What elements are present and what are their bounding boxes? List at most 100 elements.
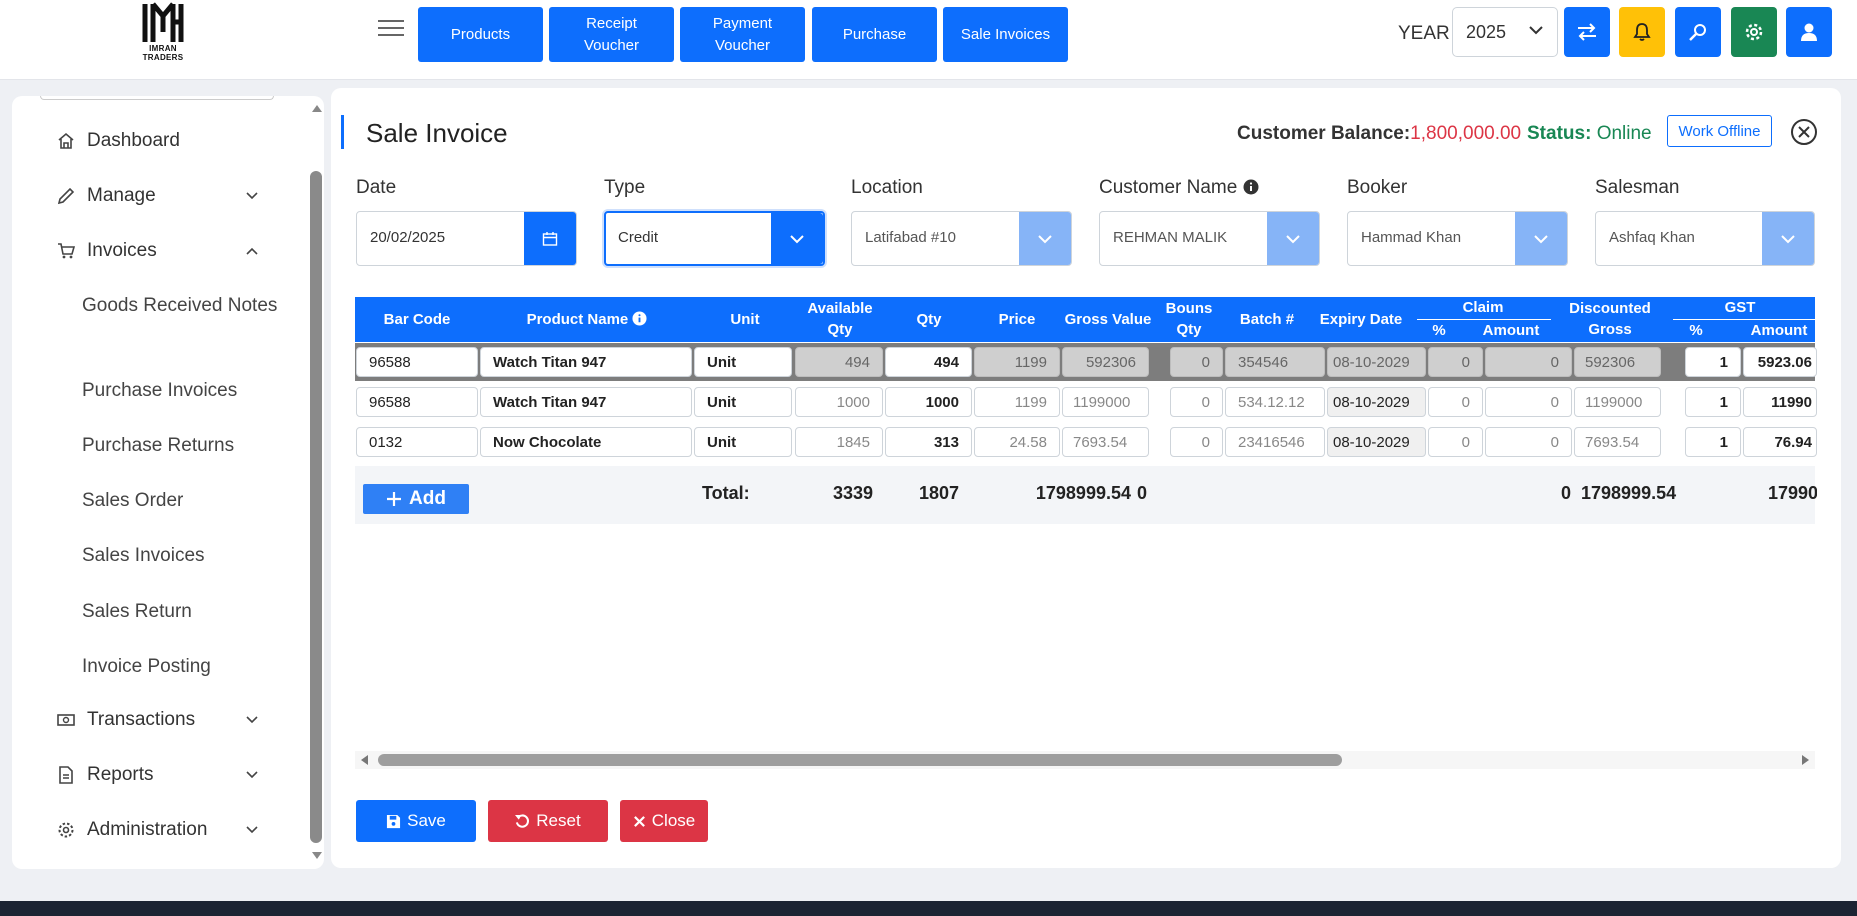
info-icon <box>1243 179 1259 195</box>
date-field[interactable]: 20/02/2025 <box>356 211 577 266</box>
sidebar-item-manage[interactable]: Manage <box>57 185 156 207</box>
claim-amount-input[interactable]: 0 <box>1485 347 1572 377</box>
chevron-down-icon[interactable] <box>246 192 258 200</box>
sidebar-sub-purchase-returns[interactable]: Purchase Returns <box>82 432 234 460</box>
chevron-down-icon <box>1534 234 1548 243</box>
bonus-qty-input[interactable]: 0 <box>1170 347 1223 377</box>
th-bonus-qty: Bouns Qty <box>1165 300 1213 338</box>
sidebar-sub-invoice-posting[interactable]: Invoice Posting <box>82 653 211 681</box>
sidebar-sub-sales-invoices[interactable]: Sales Invoices <box>82 542 205 570</box>
available-qty-cell: 494 <box>795 347 883 377</box>
gst-percent-input[interactable]: 1 <box>1685 387 1741 417</box>
barcode-input[interactable]: 0132 <box>356 427 478 457</box>
settings-button[interactable] <box>1731 7 1777 57</box>
menu-toggle-icon[interactable] <box>376 16 406 42</box>
discounted-gross-cell: 1199000 <box>1574 387 1661 417</box>
barcode-input[interactable]: 96588 <box>356 347 478 377</box>
sidebar-item-administration[interactable]: Administration <box>57 819 207 841</box>
sidebar-sub-purchase-invoices[interactable]: Purchase Invoices <box>82 377 237 405</box>
os-taskbar <box>0 901 1857 916</box>
claim-percent-input[interactable]: 0 <box>1428 387 1483 417</box>
gst-percent-input[interactable]: 1 <box>1685 427 1741 457</box>
sidebar-item-reports[interactable]: Reports <box>57 764 154 786</box>
bonus-qty-input[interactable]: 0 <box>1170 387 1223 417</box>
bonus-qty-input[interactable]: 0 <box>1170 427 1223 457</box>
unit-select[interactable]: Unit <box>694 427 792 457</box>
nav-payment-voucher-button[interactable]: Payment Voucher <box>680 7 805 62</box>
claim-percent-input[interactable]: 0 <box>1428 427 1483 457</box>
floppy-disk-icon <box>387 814 401 828</box>
product-name-input[interactable]: Watch Titan 947 <box>480 347 692 377</box>
nav-sale-invoices-button[interactable]: Sale Invoices <box>943 7 1068 62</box>
add-row-button[interactable]: Add <box>363 484 469 514</box>
table-scrollbar-thumb[interactable] <box>378 754 1342 766</box>
sidebar-sub-sales-return[interactable]: Sales Return <box>82 598 192 626</box>
claim-percent-input[interactable]: 0 <box>1428 347 1483 377</box>
qty-input[interactable]: 313 <box>885 427 972 457</box>
close-button[interactable]: Close <box>620 800 708 842</box>
customer-select[interactable]: REHMAN MALIK <box>1099 211 1320 266</box>
chevron-down-icon[interactable] <box>246 826 258 834</box>
date-picker-button[interactable] <box>524 212 576 265</box>
customer-dropdown-button[interactable] <box>1267 212 1319 265</box>
type-select[interactable]: Credit <box>604 211 825 266</box>
gst-amount-cell: 5923.06 <box>1743 347 1817 377</box>
search-icon <box>1689 24 1706 41</box>
save-button[interactable]: Save <box>356 800 476 842</box>
chevron-down-icon[interactable] <box>246 771 258 779</box>
nav-receipt-voucher-button[interactable]: Receipt Voucher <box>549 7 674 62</box>
th-claim-percent: % <box>1432 322 1446 339</box>
unit-select[interactable]: Unit <box>694 347 792 377</box>
booker-dropdown-button[interactable] <box>1515 212 1567 265</box>
sidebar-item-dashboard[interactable]: Dashboard <box>57 130 180 152</box>
year-select[interactable]: 2025 <box>1452 7 1558 57</box>
booker-select[interactable]: Hammad Khan <box>1347 211 1568 266</box>
reset-button[interactable]: Reset <box>488 800 608 842</box>
nav-purchase-button[interactable]: Purchase <box>812 7 937 62</box>
price-cell: 1199 <box>974 347 1060 377</box>
qty-input[interactable]: 494 <box>885 347 972 377</box>
salesman-select[interactable]: Ashfaq Khan <box>1595 211 1815 266</box>
scroll-right-arrow-icon[interactable] <box>1800 753 1812 767</box>
booker-label: Booker <box>1347 177 1408 198</box>
brand-logo[interactable]: IMRAN TRADERS <box>128 2 198 68</box>
type-dropdown-button[interactable] <box>771 213 823 264</box>
location-dropdown-button[interactable] <box>1019 212 1071 265</box>
sidebar-item-transactions[interactable]: Transactions <box>57 709 195 731</box>
swap-button[interactable] <box>1564 7 1610 57</box>
title-accent <box>341 115 344 149</box>
barcode-input[interactable]: 96588 <box>356 387 478 417</box>
unit-select[interactable]: Unit <box>694 387 792 417</box>
scroll-up-arrow-icon[interactable] <box>310 102 324 114</box>
chevron-down-icon[interactable] <box>246 716 258 724</box>
scroll-left-arrow-icon[interactable] <box>358 753 370 767</box>
search-button[interactable] <box>1675 7 1721 57</box>
sidebar-scrollbar-thumb[interactable] <box>310 171 322 843</box>
product-name-input[interactable]: Now Chocolate <box>480 427 692 457</box>
profile-button[interactable] <box>1786 7 1832 57</box>
available-qty-cell: 1845 <box>795 427 883 457</box>
status-value: Online <box>1596 123 1652 144</box>
th-expiry-date: Expiry Date <box>1319 311 1403 328</box>
notifications-button[interactable] <box>1619 7 1665 57</box>
claim-amount-input[interactable]: 0 <box>1485 387 1572 417</box>
scroll-down-arrow-icon[interactable] <box>310 850 324 862</box>
booker-value: Hammad Khan <box>1361 229 1462 246</box>
sidebar-item-invoices[interactable]: Invoices <box>57 240 157 262</box>
date-label: Date <box>356 177 397 198</box>
salesman-dropdown-button[interactable] <box>1762 212 1814 265</box>
qty-input[interactable]: 1000 <box>885 387 972 417</box>
location-select[interactable]: Latifabad #10 <box>851 211 1072 266</box>
close-circle-icon[interactable] <box>1790 118 1818 146</box>
chevron-up-icon[interactable] <box>246 247 258 255</box>
claim-amount-input[interactable]: 0 <box>1485 427 1572 457</box>
sidebar-sub-sales-order[interactable]: Sales Order <box>82 487 183 515</box>
gst-percent-input[interactable]: 1 <box>1685 347 1741 377</box>
date-value: 20/02/2025 <box>370 229 446 246</box>
work-offline-button[interactable]: Work Offline <box>1667 115 1772 147</box>
sidebar-sub-goods-received-notes[interactable]: Goods Received Notes <box>82 292 277 320</box>
nav-products-button[interactable]: Products <box>418 7 543 62</box>
plus-icon <box>387 492 402 506</box>
product-name-input[interactable]: Watch Titan 947 <box>480 387 692 417</box>
th-gst-percent: % <box>1689 322 1703 339</box>
